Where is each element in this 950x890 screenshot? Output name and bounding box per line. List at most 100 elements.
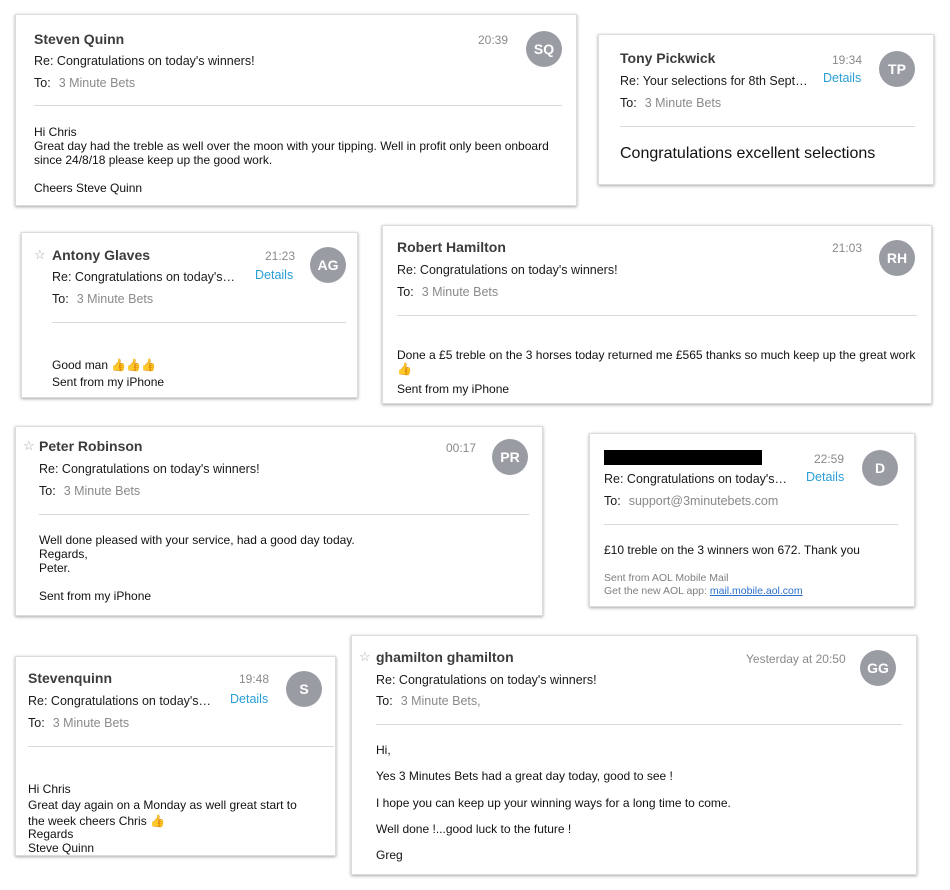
sender-name: Steven Quinn xyxy=(34,31,125,47)
email-subject: Re: Congratulations on today's winners! xyxy=(39,462,260,476)
email-signoff: Sent from my iPhone xyxy=(52,375,165,389)
thumbs-up-icon: 👍 xyxy=(397,362,412,376)
avatar[interactable]: TP xyxy=(879,51,915,87)
email-body: Congratulations excellent selections xyxy=(620,145,876,162)
to-line: To: support@3minutebets.com xyxy=(604,494,778,508)
avatar[interactable]: AG xyxy=(310,247,346,283)
recipient[interactable]: support@3minutebets.com xyxy=(629,494,779,508)
email-signoff: Cheers Steve Quinn xyxy=(34,181,143,195)
email-card-ghamilton[interactable]: ☆ ghamilton ghamilton Yesterday at 20:50… xyxy=(351,635,917,875)
recipient[interactable]: 3 Minute Bets xyxy=(53,716,129,730)
email-body-line: Hi, xyxy=(376,743,391,757)
email-footer: Sent from AOL Mobile Mail Get the new AO… xyxy=(604,572,803,598)
to-line: To: 3 Minute Bets xyxy=(397,285,498,299)
email-signoff: Sent from my iPhone xyxy=(39,589,152,603)
avatar[interactable]: GG xyxy=(860,650,896,686)
divider xyxy=(620,126,915,127)
recipient[interactable]: 3 Minute Bets xyxy=(64,484,140,498)
to-line: To: 3 Minute Bets xyxy=(52,292,153,306)
to-line: To: 3 Minute Bets xyxy=(28,716,129,730)
to-label: To: xyxy=(604,494,621,508)
sender-name: Stevenquinn xyxy=(28,670,113,686)
divider xyxy=(52,322,346,323)
avatar[interactable]: RH xyxy=(879,240,915,276)
email-subject: Re: Your selections for 8th Septem... xyxy=(620,74,812,88)
email-body-line: I hope you can keep up your winning ways… xyxy=(376,796,731,810)
email-body: Good man 👍👍👍 xyxy=(52,344,156,372)
details-link[interactable]: Details xyxy=(823,71,861,85)
to-label: To: xyxy=(34,76,51,90)
email-card-antony-glaves[interactable]: ☆ Antony Glaves 21:23 AG Re: Congratulat… xyxy=(21,232,358,398)
email-time: 21:03 xyxy=(832,241,863,255)
email-body-line: Greg xyxy=(376,848,403,862)
email-body-line: Well done !...good luck to the future ! xyxy=(376,822,572,836)
email-subject: Re: Congratulations on today's winners! xyxy=(376,673,597,687)
email-body: Done a £5 treble on the 3 horses today r… xyxy=(397,334,922,376)
footer-text: Sent from AOL Mobile Mail xyxy=(604,572,729,584)
email-subject: Re: Congratulations on today's winners! xyxy=(397,263,618,277)
to-label: To: xyxy=(39,484,56,498)
email-time: 20:39 xyxy=(478,33,509,47)
sender-name: Tony Pickwick xyxy=(620,50,716,66)
to-line: To: 3 Minute Bets xyxy=(39,484,140,498)
email-signoff: Regards Steve Quinn xyxy=(28,827,95,855)
email-time: Yesterday at 20:50 xyxy=(746,652,846,666)
sender-name: ghamilton ghamilton xyxy=(376,649,514,665)
divider xyxy=(397,315,917,316)
email-time: 19:48 xyxy=(239,672,270,686)
divider xyxy=(34,105,562,106)
recipient[interactable]: 3 Minute Bets xyxy=(422,285,498,299)
email-body: Hi Chris Great day again on a Monday as … xyxy=(28,765,328,829)
star-icon[interactable]: ☆ xyxy=(34,247,46,263)
thumbs-up-icon: 👍 xyxy=(150,814,166,828)
email-body-line: Yes 3 Minutes Bets had a great day today… xyxy=(376,769,673,783)
email-subject: Re: Congratulations on today's winners! xyxy=(34,54,255,68)
email-card-redacted[interactable]: 22:59 D Re: Congratulations on today's w… xyxy=(589,433,915,607)
avatar[interactable]: SQ xyxy=(526,31,562,67)
to-label: To: xyxy=(52,292,69,306)
email-time: 00:17 xyxy=(446,441,477,455)
aol-app-link[interactable]: mail.mobile.aol.com xyxy=(710,585,803,597)
recipient[interactable]: 3 Minute Bets xyxy=(59,76,135,90)
star-icon[interactable]: ☆ xyxy=(23,438,35,454)
star-icon[interactable]: ☆ xyxy=(359,649,371,665)
email-signoff: Sent from my iPhone xyxy=(397,382,510,396)
to-label: To: xyxy=(620,96,637,110)
avatar[interactable]: D xyxy=(862,450,898,486)
email-time: 21:23 xyxy=(265,249,296,263)
email-card-peter-robinson[interactable]: ☆ Peter Robinson 00:17 PR Re: Congratula… xyxy=(15,426,543,616)
email-card-steven-quinn[interactable]: Steven Quinn 20:39 SQ Re: Congratulation… xyxy=(15,14,577,206)
email-card-tony-pickwick[interactable]: Tony Pickwick 19:34 TP Re: Your selectio… xyxy=(598,34,934,185)
avatar[interactable]: S xyxy=(286,671,322,707)
divider xyxy=(376,724,902,725)
footer-text: Get the new AOL app: xyxy=(604,585,707,597)
body-text: Hi Chris Great day again on a Monday as … xyxy=(28,782,297,812)
divider xyxy=(39,514,529,515)
email-body: £10 treble on the 3 winners won 672. Tha… xyxy=(604,543,860,557)
email-subject: Re: Congratulations on today's winners! xyxy=(28,694,214,708)
recipient[interactable]: 3 Minute Bets xyxy=(645,96,721,110)
sender-name: Antony Glaves xyxy=(52,247,151,263)
email-card-stevenquinn[interactable]: Stevenquinn 19:48 S Re: Congratulations … xyxy=(15,656,336,856)
sender-name: Robert Hamilton xyxy=(397,239,506,255)
to-line: To: 3 Minute Bets xyxy=(34,76,135,90)
email-card-robert-hamilton[interactable]: Robert Hamilton 21:03 RH Re: Congratulat… xyxy=(382,225,932,404)
email-body: Hi Chris Great day had the treble as wel… xyxy=(34,125,549,167)
email-time: 22:59 xyxy=(814,452,845,466)
details-link[interactable]: Details xyxy=(230,692,268,706)
email-subject: Re: Congratulations on today's winners! xyxy=(52,270,238,284)
recipient[interactable]: 3 Minute Bets xyxy=(77,292,153,306)
to-line: To: 3 Minute Bets, xyxy=(376,694,481,708)
email-subject: Re: Congratulations on today's winners! xyxy=(604,472,790,486)
to-line: To: 3 Minute Bets xyxy=(620,96,721,110)
email-time: 19:34 xyxy=(832,53,863,67)
details-link[interactable]: Details xyxy=(255,268,293,282)
sender-name: Peter Robinson xyxy=(39,438,143,454)
avatar[interactable]: PR xyxy=(492,439,528,475)
email-body: Well done pleased with your service, had… xyxy=(39,533,355,575)
recipient[interactable]: 3 Minute Bets, xyxy=(401,694,481,708)
body-text: Good man xyxy=(52,358,109,372)
to-label: To: xyxy=(397,285,414,299)
details-link[interactable]: Details xyxy=(806,470,844,484)
divider xyxy=(604,524,898,525)
